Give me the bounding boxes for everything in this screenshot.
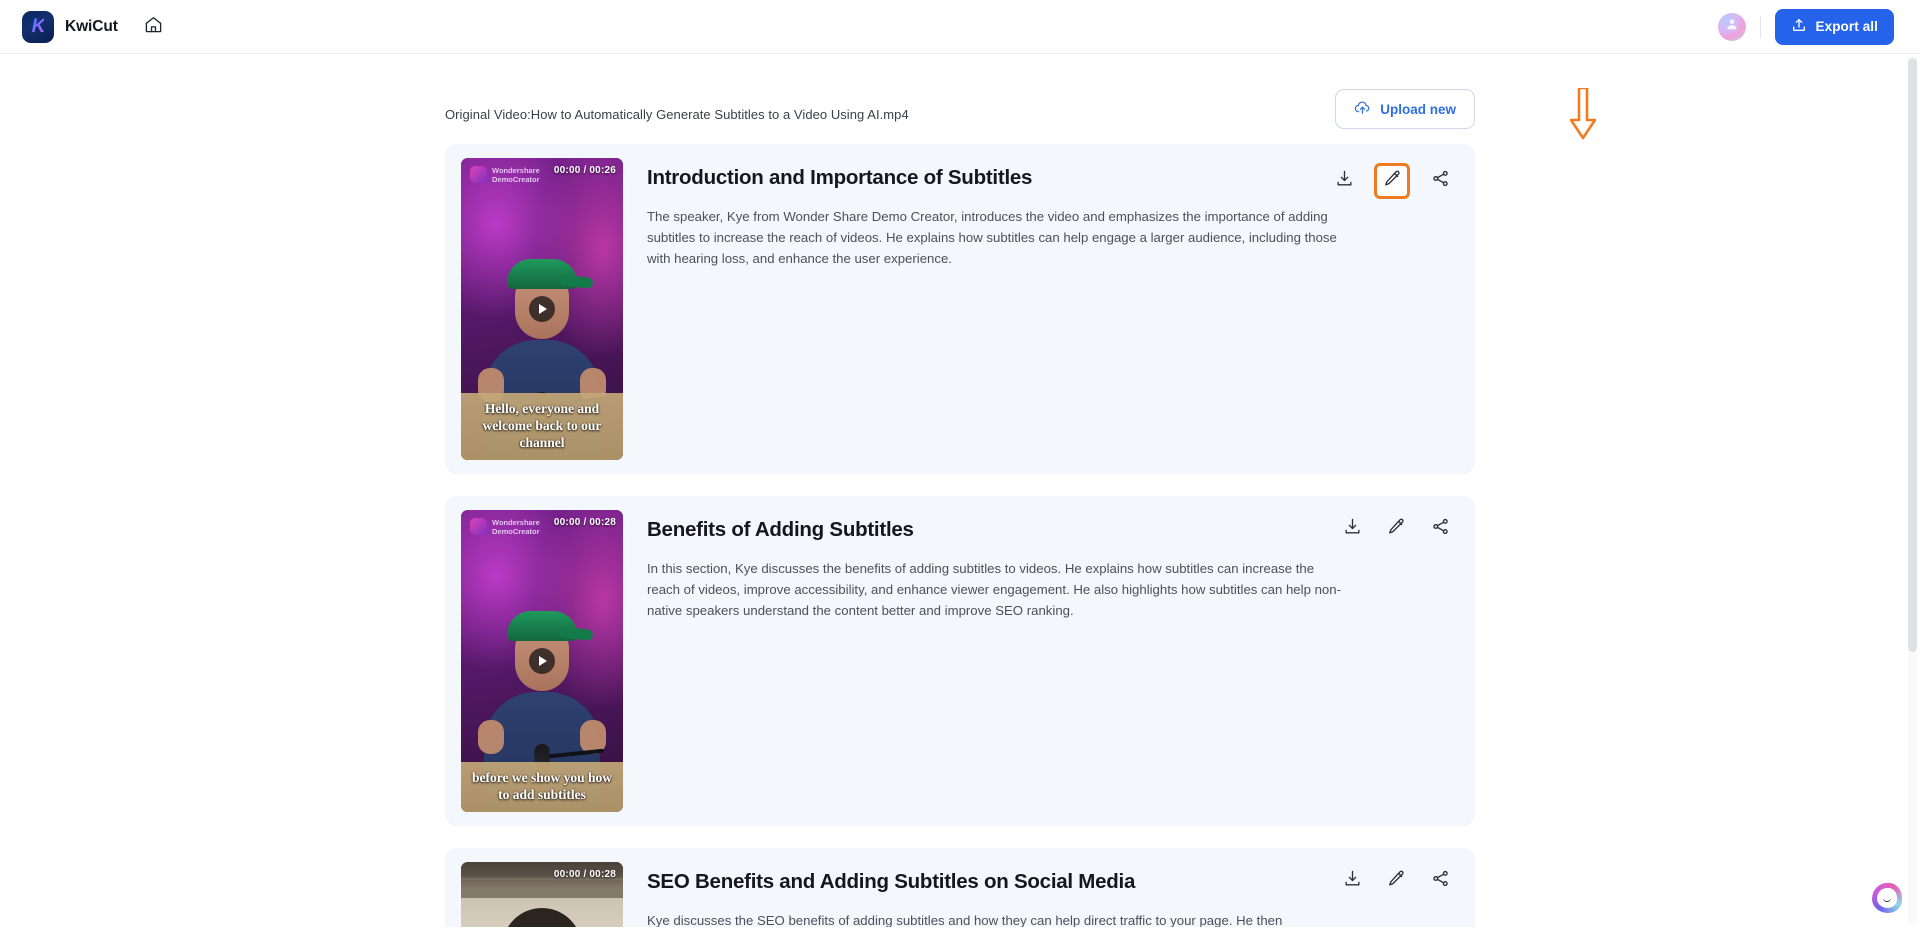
subtitle-overlay: Hello, everyone and welcome back to our … xyxy=(461,393,623,460)
content-container: Original Video:How to Automatically Gene… xyxy=(445,54,1597,927)
share-button[interactable] xyxy=(1429,170,1451,192)
cloud-upload-icon xyxy=(1354,99,1371,119)
video-thumbnail[interactable]: Wondershare DemoCreator 00:00 / 00:26 He… xyxy=(461,158,623,460)
header-divider xyxy=(1760,15,1762,38)
download-icon xyxy=(1335,169,1354,193)
segment-body: SEO Benefits and Adding Subtitles on Soc… xyxy=(647,862,1451,927)
segment-card[interactable]: Wondershare DemoCreator 00:00 / 00:26 He… xyxy=(445,144,1475,474)
brand-name: KwiCut xyxy=(65,17,118,35)
kwicut-logo-icon: K xyxy=(22,10,54,43)
watermark-label: Wondershare DemoCreator xyxy=(492,518,540,536)
user-avatar-icon xyxy=(1725,17,1739,36)
brand: K KwiCut xyxy=(22,10,118,43)
share-button[interactable] xyxy=(1429,518,1451,540)
meta-row: Original Video:How to Automatically Gene… xyxy=(445,80,1475,136)
annotation-arrow-icon xyxy=(1569,86,1597,144)
video-thumbnail[interactable]: Wondershare DemoCreator 00:00 / 00:28 be… xyxy=(461,510,623,812)
segment-card[interactable]: Wondershare DemoCreator 00:00 / 00:28 be… xyxy=(445,496,1475,826)
timecode-label: 00:00 / 00:28 xyxy=(553,869,616,880)
segment-body: Benefits of Adding Subtitles In this sec… xyxy=(647,510,1451,812)
segment-body: Introduction and Importance of Subtitles… xyxy=(647,158,1451,460)
logo-letter: K xyxy=(31,16,46,37)
export-all-label: Export all xyxy=(1815,19,1878,34)
segment-card-list: Wondershare DemoCreator 00:00 / 00:26 He… xyxy=(445,144,1475,927)
original-video-label: Original Video:How to Automatically Gene… xyxy=(445,107,909,122)
share-button[interactable] xyxy=(1429,870,1451,892)
segment-actions xyxy=(1341,870,1451,892)
timecode-label: 00:00 / 00:26 xyxy=(553,165,616,176)
segment-description: In this section, Kye discusses the benef… xyxy=(647,561,1341,618)
subtitle-text: before we show you how to add subtitles xyxy=(471,770,612,802)
scrollbar-thumb[interactable] xyxy=(1908,58,1917,652)
upload-icon xyxy=(1791,17,1807,36)
segment-actions xyxy=(1341,518,1451,540)
edit-button[interactable] xyxy=(1385,518,1407,540)
pencil-icon xyxy=(1383,169,1402,193)
segment-description: Kye discusses the SEO benefits of adding… xyxy=(647,913,1283,927)
home-button[interactable] xyxy=(140,13,168,41)
download-button[interactable] xyxy=(1333,170,1355,192)
edit-button[interactable] xyxy=(1385,870,1407,892)
pencil-icon xyxy=(1387,517,1406,541)
avatar[interactable] xyxy=(1718,12,1747,41)
segment-actions xyxy=(1333,163,1451,199)
segment-card[interactable]: 00:00 / 00:28 SEO Benefits and Adding Su… xyxy=(445,848,1475,927)
play-icon[interactable] xyxy=(529,648,555,674)
subtitle-text: Hello, everyone and welcome back to our … xyxy=(482,401,602,450)
export-all-button[interactable]: Export all xyxy=(1775,8,1894,45)
segment-description: The speaker, Kye from Wonder Share Demo … xyxy=(647,209,1337,266)
page-body: Original Video:How to Automatically Gene… xyxy=(0,54,1920,927)
header-right-group: Export all xyxy=(1718,8,1894,45)
segment-title: Introduction and Importance of Subtitles xyxy=(647,166,1033,189)
upload-new-label: Upload new xyxy=(1380,101,1456,117)
share-icon xyxy=(1431,169,1450,193)
upload-new-button[interactable]: Upload new xyxy=(1335,89,1475,129)
download-icon xyxy=(1343,517,1362,541)
app-header: K KwiCut Export all xyxy=(0,0,1920,54)
download-icon xyxy=(1343,869,1362,893)
pencil-icon xyxy=(1387,869,1406,893)
share-icon xyxy=(1431,869,1450,893)
wondershare-watermark: Wondershare DemoCreator xyxy=(470,518,540,536)
download-button[interactable] xyxy=(1341,870,1363,892)
chat-assistant-button[interactable] xyxy=(1872,883,1902,913)
watermark-label: Wondershare DemoCreator xyxy=(492,166,540,184)
timecode-label: 00:00 / 00:28 xyxy=(553,517,616,528)
subtitle-overlay: before we show you how to add subtitles xyxy=(461,762,623,812)
segment-title: Benefits of Adding Subtitles xyxy=(647,518,914,541)
share-icon xyxy=(1431,517,1450,541)
play-icon[interactable] xyxy=(529,296,555,322)
wondershare-watermark: Wondershare DemoCreator xyxy=(470,166,540,184)
edit-button[interactable] xyxy=(1374,163,1410,199)
video-thumbnail[interactable]: 00:00 / 00:28 xyxy=(461,862,623,927)
download-button[interactable] xyxy=(1341,518,1363,540)
segment-title: SEO Benefits and Adding Subtitles on Soc… xyxy=(647,870,1136,893)
home-icon xyxy=(144,15,163,39)
